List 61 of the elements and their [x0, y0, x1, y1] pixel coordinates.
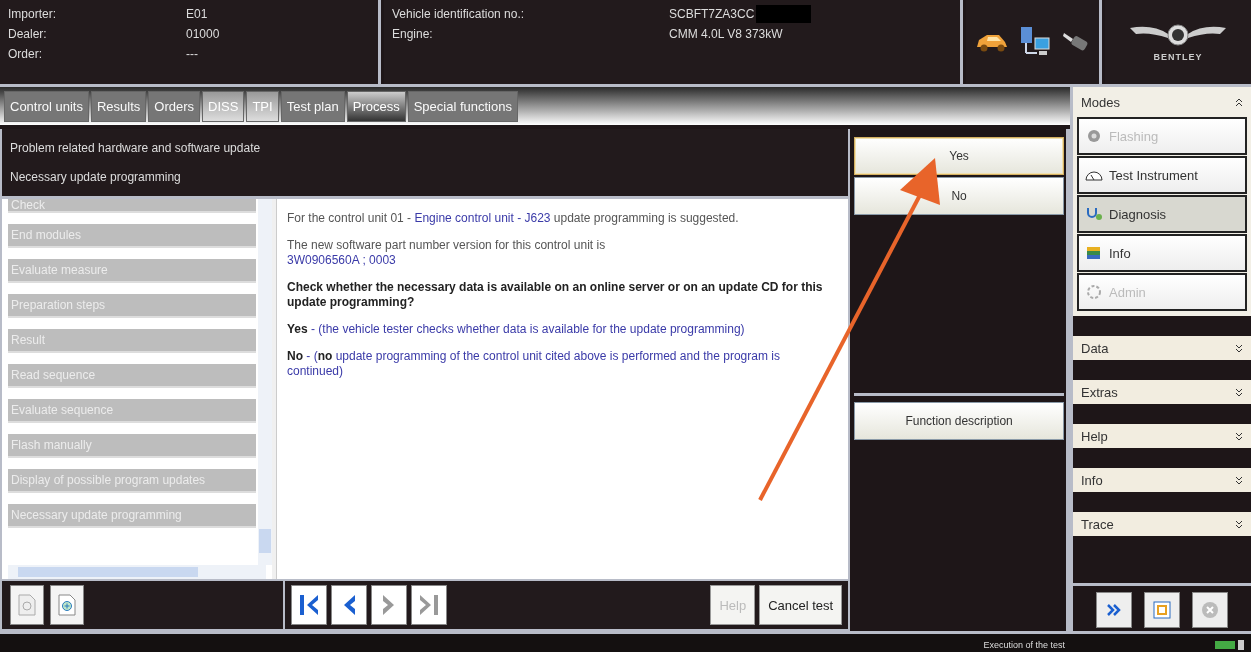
expand-icon	[1235, 475, 1243, 485]
modes-header[interactable]: Modes	[1075, 89, 1249, 116]
section-header[interactable]: Help	[1073, 424, 1251, 448]
battery-icon	[1215, 639, 1245, 650]
field-value: E01	[186, 7, 208, 21]
mode-button[interactable]: Diagnosis	[1077, 195, 1247, 233]
forward-button[interactable]	[1096, 592, 1132, 628]
section-header[interactable]: Extras	[1073, 380, 1251, 404]
message-text: Yes - (the vehicle tester checks whether data is available for the update programming)	[287, 322, 746, 338]
message-text: Check whether the necessary data is available on an online server or on an update CD for this update programming?	[287, 280, 824, 311]
previous-button[interactable]	[331, 585, 367, 625]
field-value: CMM 4.0L V8 373kW	[669, 27, 783, 41]
books-icon	[1085, 245, 1103, 261]
field-label: Engine:	[392, 27, 434, 41]
fit-screen-icon	[1153, 601, 1171, 619]
stethoscope-icon	[1085, 206, 1103, 222]
function-description-button[interactable]: Function description	[854, 402, 1064, 440]
expand-icon	[1235, 343, 1243, 353]
zoom-out-icon	[18, 594, 36, 616]
last-page-icon	[417, 592, 441, 618]
expand-icon	[1235, 387, 1243, 397]
zoom-in-icon	[58, 594, 76, 616]
first-page-icon	[297, 592, 321, 618]
field-label: Order:	[8, 47, 43, 61]
forward-icon	[1107, 604, 1121, 616]
expand-icon	[1235, 431, 1243, 441]
collapse-icon	[1235, 98, 1243, 107]
section-header[interactable]: Trace	[1073, 512, 1251, 536]
tab[interactable]: Process	[346, 90, 406, 122]
message-text: For the control unit 01 - Engine control unit - J623 update programming is suggested.	[287, 211, 740, 227]
close-button[interactable]	[1192, 592, 1228, 628]
field-value: ---	[186, 47, 198, 61]
network-icon[interactable]	[1018, 26, 1051, 58]
close-icon	[1201, 601, 1219, 619]
field-value: SCBFT7ZA3CC	[669, 7, 755, 21]
brand-name: BENTLEY	[1153, 52, 1203, 62]
message-text: 3W0906560A ; 0003	[287, 253, 397, 269]
logo-icon	[1128, 22, 1228, 48]
field-label: Importer:	[8, 7, 57, 21]
fit-screen-button[interactable]	[1144, 592, 1180, 628]
field-value: 01000	[186, 27, 220, 41]
expand-icon	[1235, 519, 1243, 529]
process-title: Problem related hardware and software update	[10, 140, 262, 155]
field-label: Vehicle identification no.:	[392, 7, 526, 21]
scrollbar[interactable]	[8, 565, 266, 579]
message-text: The new software part number version for this control unit is	[287, 238, 607, 254]
zoom-out-button[interactable]	[10, 585, 44, 625]
answer-button[interactable]: No	[854, 177, 1064, 215]
scrollbar[interactable]	[258, 199, 272, 565]
status-text: Execution of the test	[983, 639, 1065, 650]
field-label: Dealer:	[8, 27, 48, 41]
process-subtitle: Necessary update programming	[10, 170, 182, 185]
mode-button[interactable]: Test Instrument	[1077, 156, 1247, 194]
section-header[interactable]: Info	[1073, 468, 1251, 492]
answer-button[interactable]: Yes	[854, 137, 1064, 175]
section-header[interactable]: Data	[1073, 336, 1251, 360]
mode-button[interactable]: Info	[1077, 234, 1247, 272]
message-text: No - (no update programming of the control unit cited above is performed and the program is continued)	[287, 349, 781, 380]
cancel-button[interactable]: Cancel test	[759, 585, 843, 625]
first-page-button[interactable]	[291, 585, 327, 625]
zoom-in-button[interactable]	[50, 585, 84, 625]
